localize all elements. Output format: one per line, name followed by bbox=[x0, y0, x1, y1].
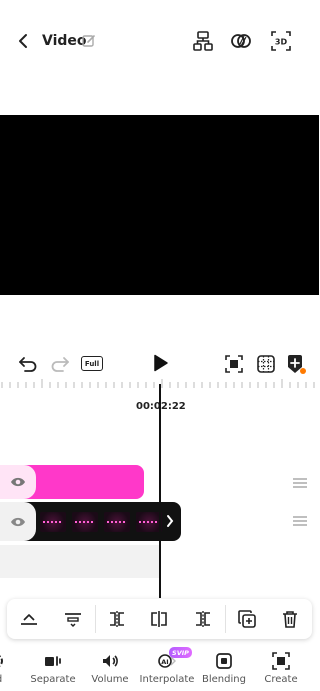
separate-audio-icon bbox=[43, 651, 63, 671]
blending-icon bbox=[214, 651, 234, 671]
clip-thumbnails bbox=[40, 512, 162, 532]
empty-track-area[interactable] bbox=[0, 545, 160, 578]
svip-badge: SVIP bbox=[169, 647, 192, 658]
timecode: 00:02:22 bbox=[136, 401, 186, 412]
nav-label: Blending bbox=[202, 674, 246, 685]
nav-item-volume[interactable]: Volume bbox=[80, 648, 140, 691]
track-visibility-toggle[interactable] bbox=[0, 502, 36, 541]
clip-thumbnail bbox=[72, 512, 98, 532]
nav-item-blending[interactable]: Blending bbox=[194, 648, 254, 691]
split-right-icon[interactable] bbox=[193, 609, 213, 629]
track-visibility-toggle[interactable] bbox=[0, 465, 36, 499]
edit-pencil-icon[interactable] bbox=[82, 34, 96, 48]
clip-trim-handle-icon[interactable] bbox=[165, 514, 175, 528]
layers-structure-icon[interactable] bbox=[192, 30, 214, 52]
clip-thumbnail bbox=[104, 512, 130, 532]
header-bar: Video 3D bbox=[0, 0, 319, 80]
toolbar-divider bbox=[225, 605, 226, 633]
fullscreen-button[interactable]: Full bbox=[81, 356, 103, 371]
blend-overlay-icon[interactable] bbox=[230, 30, 252, 52]
3d-icon[interactable]: 3D bbox=[270, 30, 292, 52]
split-icon[interactable] bbox=[149, 609, 169, 629]
video-track-clip[interactable] bbox=[0, 502, 181, 541]
align-bottom-icon[interactable] bbox=[63, 609, 83, 629]
nav-label: Separate bbox=[30, 674, 76, 685]
svg-text:AI: AI bbox=[161, 658, 168, 666]
nav-item-create[interactable]: Create bbox=[251, 648, 311, 691]
drag-handle-icon[interactable] bbox=[292, 515, 308, 527]
play-icon[interactable] bbox=[153, 354, 169, 372]
create-icon bbox=[271, 651, 291, 671]
edit-toolbar bbox=[7, 599, 312, 639]
bottom-tool-nav: ed Separate Volume AI Interpolate Blendi… bbox=[0, 648, 319, 691]
partial-icon bbox=[0, 651, 6, 671]
nav-label: Create bbox=[264, 674, 298, 685]
redo-icon[interactable] bbox=[50, 355, 70, 373]
add-keyframe-icon[interactable] bbox=[286, 354, 306, 374]
page-title: Video bbox=[42, 33, 87, 49]
eye-icon bbox=[11, 517, 25, 526]
split-left-icon[interactable] bbox=[107, 609, 127, 629]
svg-text:3D: 3D bbox=[275, 38, 288, 47]
volume-icon bbox=[100, 651, 120, 671]
toolbar-divider bbox=[95, 605, 96, 633]
back-chevron-icon[interactable] bbox=[14, 31, 34, 51]
align-top-icon[interactable] bbox=[19, 609, 39, 629]
crop-canvas-icon[interactable] bbox=[224, 354, 244, 374]
duplicate-icon[interactable] bbox=[237, 609, 257, 629]
video-preview[interactable] bbox=[0, 115, 319, 295]
notification-dot bbox=[300, 368, 306, 374]
undo-icon[interactable] bbox=[18, 355, 38, 373]
nav-label: Interpolate bbox=[139, 674, 195, 685]
drag-handle-icon[interactable] bbox=[292, 477, 308, 489]
delete-trash-icon[interactable] bbox=[280, 609, 300, 629]
nav-label: Volume bbox=[91, 674, 129, 685]
playhead[interactable] bbox=[159, 384, 161, 598]
nav-item-separate[interactable]: Separate bbox=[23, 648, 83, 691]
overlay-track-clip[interactable] bbox=[0, 465, 144, 499]
grid-icon[interactable] bbox=[256, 354, 276, 374]
eye-icon bbox=[11, 477, 25, 487]
clip-thumbnail bbox=[40, 512, 66, 532]
